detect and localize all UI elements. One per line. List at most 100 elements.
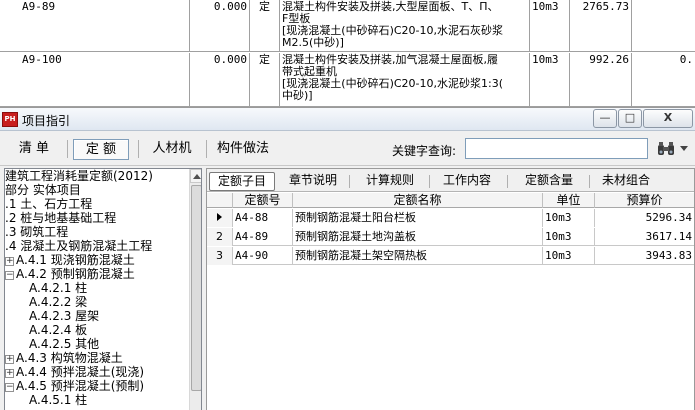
bg-value-cell: 0.000 [190,53,250,106]
tree-item-label: A.4.5 预拌混凝土(预制) [16,379,145,393]
keyword-search-label: 关键字查询: [392,144,457,158]
column-header-name[interactable]: 定额名称 [293,193,543,208]
bg-description-line: [现浇混凝土(中砂碎石)C20-10,水泥砂浆1:3( [282,77,504,90]
tree-item-label: 部分 实体项目 [5,183,81,197]
table-row[interactable]: 2 A4-89 预制钢筋混凝土地沟盖板 10m3 3617.14 [207,228,694,246]
column-header-unit[interactable]: 单位 [543,193,595,208]
tree-item[interactable]: A.4.2.4 板 [29,323,87,337]
app-logo-icon: PH [2,112,18,127]
tree-item[interactable]: A.4.5.1 柱 [29,393,87,407]
tree-item[interactable]: − A.4.5 预拌混凝土(预制) [5,379,144,393]
detail-tabbar: 定额子目 章节说明 计算规则 工作内容 定额含量 未材组合 [207,169,694,192]
tree-item-label: A.4.2.1 柱 [29,281,88,295]
bg-unit-cell: 10m3 [530,53,570,106]
expand-icon[interactable]: + [5,369,14,378]
tree-item[interactable]: .3 砌筑工程 [5,225,68,239]
quota-detail-panel: 定额子目 章节说明 计算规则 工作内容 定额含量 未材组合 定额号 定额名称 单… [206,168,695,410]
tab-material-combination[interactable]: 未材组合 [595,172,657,191]
tab-quota-items[interactable]: 定额子目 [209,172,275,191]
background-row[interactable]: A9-89 0.000 定 混凝土构件安装及拼装,大型屋面板、T、Π、 F型板 … [0,0,695,52]
tree-item-label: 建筑工程消耗量定额(2012) [5,169,153,183]
background-row[interactable]: A9-100 0.000 定 混凝土构件安装及拼装,加气混凝土屋面板,履 带式起… [0,53,695,107]
maximize-button[interactable]: □ [618,109,642,128]
collapse-icon[interactable]: − [5,383,14,392]
close-button[interactable]: X [643,109,693,128]
tree-item[interactable]: .4 混凝土及钢筋混凝土工程 [5,239,152,253]
tree-item[interactable]: .2 桩与地基基础工程 [5,211,116,225]
tab-component-method[interactable]: 构件做法 [212,139,274,160]
tab-divider [429,175,430,188]
tree-item[interactable]: 建筑工程消耗量定额(2012) [5,169,153,183]
dialog-toolbar: 清 单 定 额 人材机 构件做法 关键字查询: [0,132,695,166]
tab-work-content[interactable]: 工作内容 [437,172,497,191]
quota-price-cell: 3617.14 [645,230,692,243]
binoculars-search-icon[interactable] [656,141,676,157]
tree-item[interactable]: A.4.2.5 其他 [29,337,99,351]
column-header-price[interactable]: 预算价 [595,193,694,208]
row-number[interactable]: 3 [207,247,233,265]
tree-item[interactable]: + A.4.4 预拌混凝土(现浇) [5,365,144,379]
collapse-icon[interactable]: − [5,271,14,280]
keyword-search-input[interactable] [465,138,648,159]
tree-item-label: A.4.3 构筑物混凝土 [16,351,123,365]
quota-name-cell: 预制钢筋混凝土阳台栏板 [293,209,543,227]
tree-item[interactable]: A.4.2.3 屋架 [29,309,99,323]
expand-icon[interactable]: + [5,257,14,266]
quota-name-cell: 预制钢筋混凝土架空隔热板 [293,247,543,265]
bg-empty-cell [632,0,695,51]
tree-item[interactable]: A.4.2.2 梁 [29,295,87,309]
tree-item[interactable]: + A.4.3 构筑物混凝土 [5,351,123,365]
tab-chapter-notes[interactable]: 章节说明 [283,172,343,191]
quota-code-cell: A4-89 [233,228,293,246]
quota-code-cell: A4-90 [233,247,293,265]
quota-code-cell: A4-88 [233,209,293,227]
tab-divider [589,175,590,188]
table-row[interactable]: A4-88 预制钢筋混凝土阳台栏板 10m3 5296.34 [207,209,694,227]
tab-labor-material-machine[interactable]: 人材机 [146,139,198,160]
quota-unit-cell: 10m3 [543,209,595,227]
tree-item-label: .4 混凝土及钢筋混凝土工程 [5,239,153,253]
scroll-up-arrow-icon[interactable] [190,169,201,183]
quota-price-cell: 5296.34 [595,209,694,227]
dialog-titlebar[interactable]: PH 项目指引 — □ X [0,108,695,131]
bg-flag-cell: 定 [250,53,280,106]
scrollbar-thumb[interactable] [191,185,201,391]
quota-price-cell: 3943.83 [645,249,692,262]
dialog-title: 项目指引 [22,114,71,128]
tab-quota[interactable]: 定 额 [73,139,129,160]
column-header-code[interactable]: 定额号 [233,193,293,208]
row-number[interactable]: 2 [207,228,233,246]
tab-divider [349,175,350,188]
tree-item-label: A.4.2.4 板 [29,323,88,337]
search-options-dropdown-icon[interactable] [680,146,688,151]
expand-icon[interactable]: + [5,355,14,364]
minimize-button[interactable]: — [593,109,617,128]
item-guide-dialog: PH 项目指引 — □ X 清 单 定 额 人材机 构件做法 关键字查询: 建筑… [0,107,695,410]
row-selector[interactable] [207,209,233,227]
tree-item-label: A.4.2 预制钢筋混凝土 [16,267,135,281]
quota-chapter-tree: 建筑工程消耗量定额(2012) 部分 实体项目 .1 土、石方工程 .2 桩与地… [4,168,202,410]
tree-item[interactable]: + A.4.1 现浇钢筋混凝土 [5,253,135,267]
bg-price-cell: 2765.73 [570,0,632,51]
tab-bill-list[interactable]: 清 单 [8,139,60,160]
table-row[interactable]: 3 A4-90 预制钢筋混凝土架空隔热板 10m3 3943.83 [207,247,694,265]
tree-item-label: A.4.1 现浇钢筋混凝土 [16,253,135,267]
bg-description-cell: 混凝土构件安装及拼装,大型屋面板、T、Π、 F型板 [现浇混凝土(中砂碎石)C2… [280,0,530,51]
quota-grid-header: 定额号 定额名称 单位 预算价 [207,193,694,208]
tree-item-label: A.4.5.1 柱 [29,393,88,407]
tree-item-label: A.4.2.5 其他 [29,337,100,351]
tree-vertical-scrollbar[interactable] [189,169,201,410]
tab-quota-content[interactable]: 定额含量 [517,172,581,191]
toolbar-divider [206,140,207,158]
tree-item[interactable]: A.4.2.1 柱 [29,281,87,295]
tree-item[interactable]: .1 土、石方工程 [5,197,92,211]
toolbar-divider [138,140,139,158]
current-row-pointer-icon [217,213,222,221]
tree-item-label: .3 砌筑工程 [5,225,69,239]
background-quota-table: A9-89 0.000 定 混凝土构件安装及拼装,大型屋面板、T、Π、 F型板 … [0,0,695,107]
tree-item[interactable]: 部分 实体项目 [5,183,81,197]
bg-code-cell: A9-100 [20,53,190,106]
tab-calculation-rules[interactable]: 计算规则 [357,172,423,191]
tree-item-label: .2 桩与地基基础工程 [5,211,117,225]
tree-item[interactable]: − A.4.2 预制钢筋混凝土 [5,267,135,281]
